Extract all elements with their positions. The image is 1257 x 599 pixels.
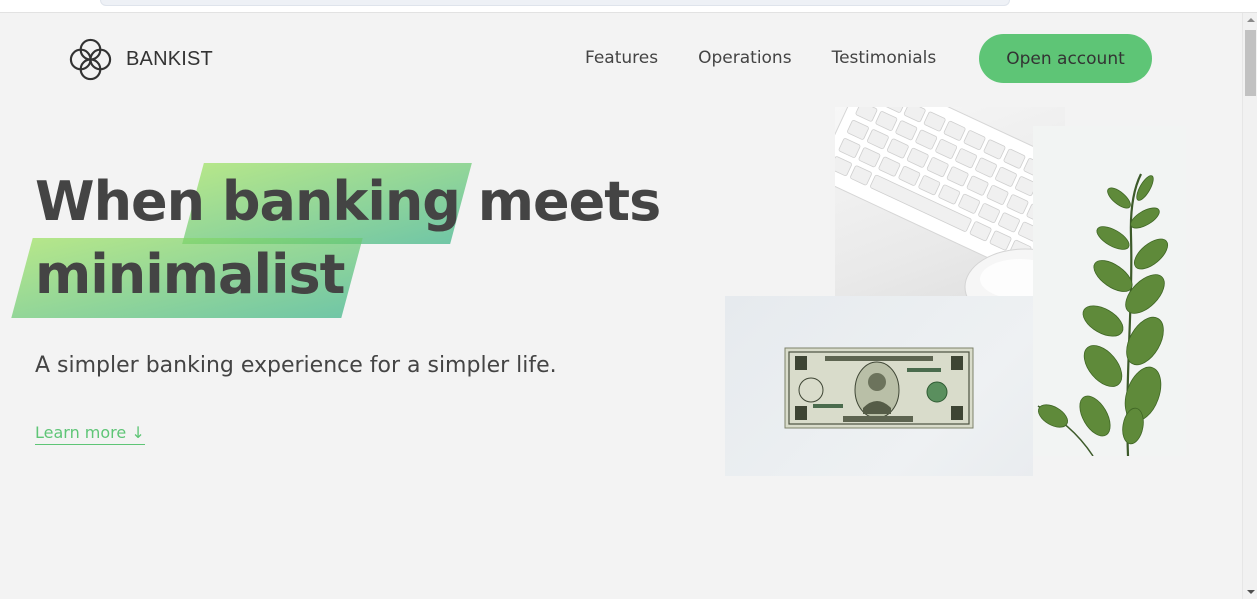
hero-subtitle: A simpler banking experience for a simpl…	[35, 353, 557, 378]
scroll-up-arrow-icon[interactable]	[1247, 18, 1255, 22]
one-dollar-bill-photo	[725, 296, 1033, 476]
hero-title: When banking meets minimalist	[35, 165, 675, 311]
nav-link-testimonials[interactable]: Testimonials	[832, 48, 937, 68]
page-scrollbar[interactable]	[1242, 13, 1257, 599]
keyboard-illustration	[835, 107, 1065, 322]
title-word-minimalist: minimalist	[35, 243, 345, 306]
browser-top-strip	[0, 0, 1257, 13]
nav-link-features[interactable]: Features	[585, 48, 658, 68]
keyboard-and-mouse-photo	[835, 107, 1065, 322]
nav-links: Features Operations Testimonials	[585, 48, 976, 68]
title-word-meets: meets	[459, 170, 661, 233]
plant-illustration	[1037, 173, 1169, 456]
brand-name: BANKIST	[126, 48, 213, 70]
title-word-when: When	[35, 170, 222, 233]
browser-address-bar[interactable]	[100, 0, 1010, 6]
scrollbar-thumb[interactable]	[1245, 30, 1256, 96]
hero-title-line-2: minimalist	[35, 238, 675, 311]
dollar-bill-illustration	[784, 347, 974, 429]
main-nav: BANKIST Features Operations Testimonials…	[0, 13, 1242, 105]
nav-link-operations[interactable]: Operations	[698, 48, 791, 68]
four-circles-logo-icon	[69, 38, 112, 81]
eucalyptus-plant-photo	[1033, 126, 1186, 456]
brand-logo[interactable]: BANKIST	[67, 36, 213, 83]
title-word-banking: banking	[221, 170, 461, 233]
scroll-down-arrow-icon[interactable]	[1247, 590, 1255, 594]
hero-title-line-1: When banking meets	[35, 165, 675, 238]
open-account-button[interactable]: Open account	[979, 34, 1152, 83]
learn-more-link[interactable]: Learn more ↓	[35, 423, 145, 445]
